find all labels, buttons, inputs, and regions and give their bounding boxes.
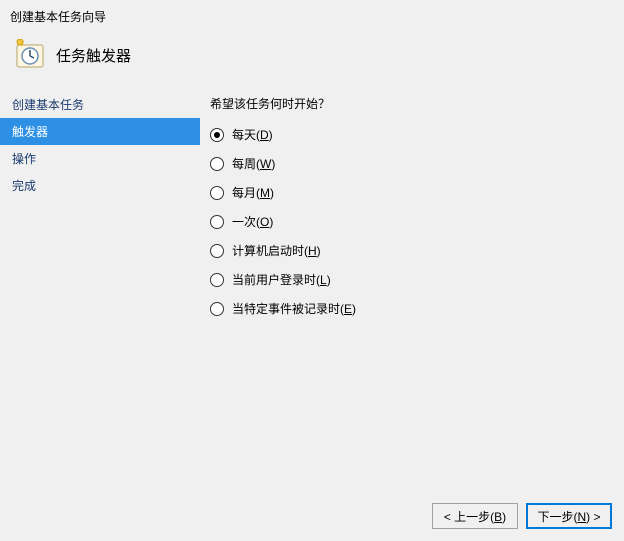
radio-icon [210,273,224,287]
sidebar-item-1[interactable]: 触发器 [0,118,200,145]
trigger-option-label: 一次(O) [232,213,273,230]
page-title: 任务触发器 [56,45,131,66]
sidebar-item-2[interactable]: 操作 [0,145,200,172]
trigger-option-4[interactable]: 计算机启动时(H) [210,242,614,259]
radio-icon [210,186,224,200]
trigger-option-label: 每周(W) [232,155,275,172]
trigger-option-label: 每天(D) [232,126,273,143]
trigger-option-label: 每月(M) [232,184,274,201]
trigger-option-2[interactable]: 每月(M) [210,184,614,201]
sidebar-item-3[interactable]: 完成 [0,172,200,199]
radio-icon [210,215,224,229]
wizard-content: 希望该任务何时开始？ 每天(D) 每周(W) 每月(M) 一次(O) 计算机启动时(H)… [200,91,624,333]
back-button-label: < 上一步(B) [444,508,506,525]
radio-icon [210,302,224,316]
trigger-option-6[interactable]: 当特定事件被记录时(E) [210,300,614,317]
next-button-label: 下一步(N) > [537,508,600,525]
trigger-option-label: 当前用户登录时(L) [232,271,331,288]
sidebar-item-0[interactable]: 创建基本任务 [0,91,200,118]
trigger-option-label: 当特定事件被记录时(E) [232,300,356,317]
radio-icon [210,157,224,171]
trigger-option-label: 计算机启动时(H) [232,242,321,259]
wizard-sidebar: 创建基本任务触发器操作完成 [0,91,200,333]
trigger-question: 希望该任务何时开始？ [210,95,614,112]
trigger-option-5[interactable]: 当前用户登录时(L) [210,271,614,288]
back-button[interactable]: < 上一步(B) [432,503,518,529]
trigger-option-1[interactable]: 每周(W) [210,155,614,172]
clock-icon [14,39,46,71]
next-button[interactable]: 下一步(N) > [526,503,612,529]
radio-icon [210,244,224,258]
window-title: 创建基本任务向导 [10,8,614,25]
trigger-option-3[interactable]: 一次(O) [210,213,614,230]
radio-icon [210,128,224,142]
trigger-option-0[interactable]: 每天(D) [210,126,614,143]
